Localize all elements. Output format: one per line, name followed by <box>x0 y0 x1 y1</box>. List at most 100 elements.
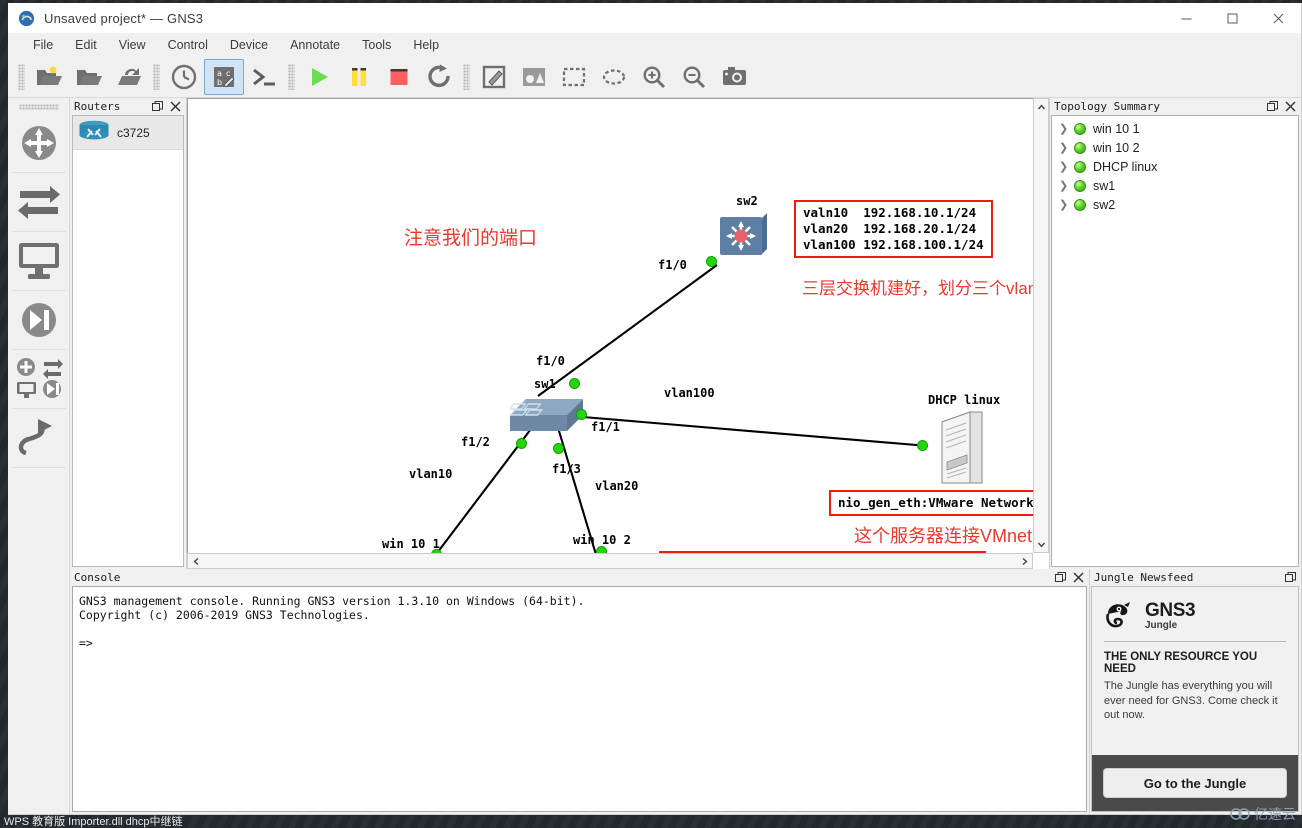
jungle-panel-titlebar: Jungle Newsfeed <box>1090 569 1301 586</box>
chevron-right-icon[interactable]: ❯ <box>1059 122 1068 135</box>
reload-icon[interactable] <box>419 59 459 95</box>
screenshot-icon[interactable] <box>714 59 754 95</box>
window-titlebar: Unsaved project* — GNS3 <box>8 3 1301 33</box>
chevron-right-icon[interactable]: ❯ <box>1059 179 1068 192</box>
menu-annotate[interactable]: Annotate <box>279 35 351 55</box>
add-link-icon[interactable] <box>11 409 66 468</box>
draw-ellipse-icon[interactable] <box>594 59 634 95</box>
all-devices-category-icon[interactable] <box>11 350 66 409</box>
annotation-note-vmnet1[interactable]: 这个服务器连接VMnet1 <box>854 522 1033 548</box>
routers-category-icon[interactable] <box>11 114 66 173</box>
toolbar-grip-3[interactable] <box>288 63 295 90</box>
topology-item-win-10-2[interactable]: ❯ win 10 2 <box>1052 138 1298 157</box>
status-led-running <box>1074 160 1086 173</box>
menu-edit[interactable]: Edit <box>64 35 108 55</box>
canvas-horizontal-scrollbar[interactable] <box>187 553 1033 569</box>
scroll-down-arrow-icon[interactable] <box>1033 536 1049 552</box>
node-sw1[interactable] <box>508 393 583 441</box>
topology-item-label: sw2 <box>1093 197 1116 212</box>
pause-icon[interactable] <box>339 59 379 95</box>
minimize-button[interactable] <box>1163 3 1209 33</box>
chevron-right-icon[interactable]: ❯ <box>1059 160 1068 173</box>
scroll-up-arrow-icon[interactable] <box>1033 99 1049 115</box>
switches-category-icon[interactable] <box>11 173 66 232</box>
annotation-box-vmnet8[interactable]: nio_gen_eth:VMware Network Adapter VMnet… <box>659 551 986 553</box>
topology-item-sw1[interactable]: ❯ sw1 <box>1052 176 1298 195</box>
router-icon <box>78 120 110 145</box>
node-dhcp-linux[interactable] <box>940 410 984 488</box>
topology-panel-float-button[interactable] <box>1267 101 1278 112</box>
open-project-icon[interactable] <box>69 59 109 95</box>
console-output[interactable]: GNS3 management console. Running GNS3 ve… <box>72 586 1087 812</box>
menu-file[interactable]: File <box>22 35 64 55</box>
gns3-app-icon <box>18 10 35 27</box>
end-devices-category-icon[interactable] <box>11 232 66 291</box>
node-sw2[interactable] <box>717 211 769 264</box>
console-panel-close-button[interactable] <box>1073 572 1084 583</box>
annotation-note-ports[interactable]: 注意我们的端口 <box>404 223 537 250</box>
topology-canvas[interactable]: sw2 sw1 DHCP linux win 10 1 win 10 2 f1/… <box>187 98 1033 553</box>
annotate-text-icon[interactable]: a c b <box>204 58 244 95</box>
go-to-jungle-button[interactable]: Go to the Jungle <box>1103 768 1287 798</box>
link-status-dot <box>596 546 607 553</box>
maximize-button[interactable] <box>1209 3 1255 33</box>
menu-tools[interactable]: Tools <box>351 35 402 55</box>
gns3-main-window: Unsaved project* — GNS3 File Edit View C… <box>8 3 1302 815</box>
topology-panel-close-button[interactable] <box>1285 101 1296 112</box>
zoom-in-icon[interactable] <box>634 59 674 95</box>
svg-text:b: b <box>217 78 222 87</box>
chevron-right-icon[interactable]: ❯ <box>1059 141 1068 154</box>
console-prompt-icon[interactable] <box>244 59 284 95</box>
snapshot-clock-icon[interactable] <box>164 59 204 95</box>
menu-device[interactable]: Device <box>219 35 279 55</box>
topology-panel-titlebar: Topology Summary <box>1050 98 1301 115</box>
link-status-dot <box>706 256 717 267</box>
zoom-out-icon[interactable] <box>674 59 714 95</box>
annotation-box-vlan-ips[interactable]: valn10 192.168.10.1/24 vlan20 192.168.20… <box>794 200 993 258</box>
status-led-running <box>1074 179 1086 192</box>
new-project-icon[interactable] <box>29 59 69 95</box>
chevron-right-icon[interactable]: ❯ <box>1059 198 1068 211</box>
menu-help[interactable]: Help <box>402 35 450 55</box>
console-panel-float-button[interactable] <box>1055 572 1066 583</box>
chameleon-logo-icon <box>1104 600 1138 633</box>
topology-item-sw2[interactable]: ❯ sw2 <box>1052 195 1298 214</box>
cloud-icon <box>1230 808 1250 820</box>
svg-text:a: a <box>217 69 222 78</box>
topology-item-dhcp-linux[interactable]: ❯ DHCP linux <box>1052 157 1298 176</box>
topology-summary-list[interactable]: ❯ win 10 1 ❯ win 10 2 ❯ DHCP linux ❯ sw1… <box>1051 115 1299 567</box>
routers-panel-float-button[interactable] <box>152 101 163 112</box>
node-label-win-10-2: win 10 2 <box>573 533 631 547</box>
annotation-note-l3-switch[interactable]: 三层交换机建好，划分三个vlan和虚拟Ip地址 <box>802 274 1033 299</box>
annotation-box-vmnet1[interactable]: nio_gen_eth:VMware Network Adapter VMnet… <box>829 490 1033 516</box>
stop-icon[interactable] <box>379 59 419 95</box>
vlan-label-vlan10: vlan10 <box>409 467 453 481</box>
router-list-item-c3725[interactable]: c3725 <box>73 116 183 150</box>
menu-control[interactable]: Control <box>157 35 219 55</box>
devbar-grip[interactable] <box>18 104 59 110</box>
security-devices-category-icon[interactable] <box>11 291 66 350</box>
edit-note-icon[interactable] <box>474 59 514 95</box>
topology-summary-panel: Topology Summary ❯ win 10 1 ❯ win 10 2 ❯… <box>1049 98 1301 569</box>
menu-view[interactable]: View <box>108 35 157 55</box>
toolbar-grip[interactable] <box>18 63 25 90</box>
routers-list[interactable]: c3725 <box>72 115 184 567</box>
center-column: Routers c3725 sw2 sw1 DHCP linux win 10 … <box>70 98 1301 814</box>
scroll-right-arrow-icon[interactable] <box>1016 553 1032 569</box>
jungle-logo-subword: Jungle <box>1145 620 1178 631</box>
canvas-vertical-scrollbar[interactable] <box>1033 98 1049 553</box>
routers-panel-close-button[interactable] <box>170 101 181 112</box>
topology-item-win-10-1[interactable]: ❯ win 10 1 <box>1052 119 1298 138</box>
vlan-label-vlan20: vlan20 <box>595 479 639 493</box>
draw-rectangle-icon[interactable] <box>554 59 594 95</box>
close-button[interactable] <box>1255 3 1301 33</box>
insert-image-icon[interactable] <box>514 59 554 95</box>
toolbar-grip-2[interactable] <box>153 63 160 90</box>
jungle-panel-float-button[interactable] <box>1285 572 1296 583</box>
jungle-divider <box>1104 641 1286 642</box>
start-icon[interactable] <box>299 59 339 95</box>
scroll-left-arrow-icon[interactable] <box>188 553 204 569</box>
save-project-as-icon[interactable] <box>109 59 149 95</box>
desktop-taskbar[interactable]: WPS 教育版 Importer.dll dhcp中继链 <box>0 814 1302 828</box>
toolbar-grip-4[interactable] <box>463 63 470 90</box>
